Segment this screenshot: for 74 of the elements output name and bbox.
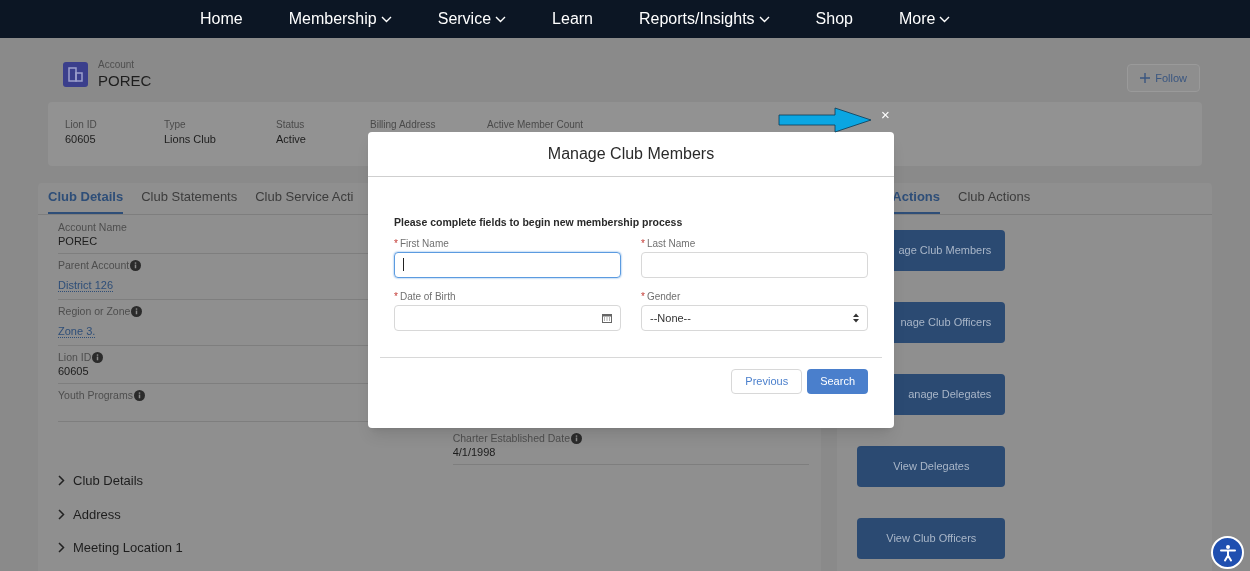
plus-icon xyxy=(1140,73,1151,83)
field-label: First Name xyxy=(399,236,449,250)
field-label: Lion ID xyxy=(58,350,92,364)
info-icon xyxy=(92,351,104,363)
accessibility-icon xyxy=(1217,542,1238,563)
highlight-label: Billing Address xyxy=(370,118,436,132)
nav-link[interactable]: Home xyxy=(200,7,243,31)
field-label: Gender xyxy=(646,289,681,303)
action-button[interactable]: View Delegates xyxy=(857,446,1006,487)
field-label: Youth Programs xyxy=(58,388,133,402)
section-toggle[interactable]: Address xyxy=(58,504,121,524)
field-label: Charter Established Date xyxy=(452,431,570,445)
nav-link[interactable]: Learn xyxy=(552,7,593,31)
highlight-label: Active Member Count xyxy=(487,118,584,132)
nav-link[interactable]: Membership xyxy=(288,7,392,31)
tab[interactable]: Club Statements xyxy=(141,186,238,214)
info-icon xyxy=(133,389,145,401)
select-arrows-icon xyxy=(853,312,859,323)
field-value: 60605 xyxy=(58,364,89,379)
chevron-right-icon xyxy=(58,542,65,554)
building-icon xyxy=(63,61,88,87)
close-button[interactable]: × xyxy=(881,107,890,123)
highlight-label: Status xyxy=(276,118,305,132)
nav-link[interactable]: More xyxy=(899,7,951,31)
required-mark: * xyxy=(641,289,645,303)
chevron-right-icon xyxy=(58,508,65,520)
instructions-text: Please complete fields to begin new membership process xyxy=(394,215,683,230)
record-title: POREC xyxy=(98,72,152,90)
highlight-value: Active xyxy=(276,132,306,147)
chevron-down-icon xyxy=(939,15,951,23)
chevron-down-icon xyxy=(758,15,770,23)
follow-button[interactable]: Follow xyxy=(1127,64,1200,92)
highlight-label: Type xyxy=(164,118,186,132)
nav-link[interactable]: Reports/Insights xyxy=(639,7,770,31)
select-value: --None-- xyxy=(650,310,691,326)
required-mark: * xyxy=(394,236,398,250)
date-field[interactable] xyxy=(394,304,621,331)
select-field[interactable]: --None-- xyxy=(641,304,868,331)
accessibility-button[interactable] xyxy=(1211,536,1244,569)
info-icon xyxy=(130,259,142,271)
chevron-down-icon xyxy=(495,15,507,23)
highlight-value: Lions Club xyxy=(164,132,216,147)
calendar-icon xyxy=(602,312,612,323)
field-label: Account Name xyxy=(58,220,127,234)
required-mark: * xyxy=(394,289,398,303)
field-label: Last Name xyxy=(646,236,696,250)
field-label: Date of Birth xyxy=(399,289,456,303)
previous-button[interactable]: Previous xyxy=(731,368,803,394)
text-cursor xyxy=(403,258,404,272)
highlight-value: 60605 xyxy=(65,132,96,147)
field-value: 4/1/1998 xyxy=(452,445,496,460)
nav-link[interactable]: Shop xyxy=(815,7,853,31)
nav-link[interactable]: Service xyxy=(437,7,507,31)
object-label: Account xyxy=(98,58,136,72)
tab[interactable]: Club Service Acti xyxy=(255,186,354,214)
field-label: Parent Account xyxy=(58,258,130,272)
required-mark: * xyxy=(641,236,645,250)
info-icon xyxy=(570,432,582,444)
input-field[interactable] xyxy=(394,251,621,278)
field-value: POREC xyxy=(58,234,98,249)
section-toggle[interactable]: Club Details xyxy=(58,471,144,491)
info-icon xyxy=(131,305,143,317)
search-button[interactable]: Search xyxy=(807,368,868,394)
action-button[interactable]: View Club Officers xyxy=(857,518,1006,559)
highlight-label: Lion ID xyxy=(65,118,97,132)
section-toggle[interactable]: Meeting Location 1 xyxy=(58,538,183,558)
field-link[interactable]: Zone 3. xyxy=(58,325,96,338)
tab[interactable]: Club Actions xyxy=(958,186,1031,214)
chevron-right-icon xyxy=(58,475,65,487)
chevron-down-icon xyxy=(380,15,392,23)
modal-title: Manage Club Members xyxy=(368,132,894,177)
tab[interactable]: Club Details xyxy=(48,186,124,214)
field-label: Region or Zone xyxy=(58,304,131,318)
field-link[interactable]: District 126 xyxy=(58,279,114,292)
